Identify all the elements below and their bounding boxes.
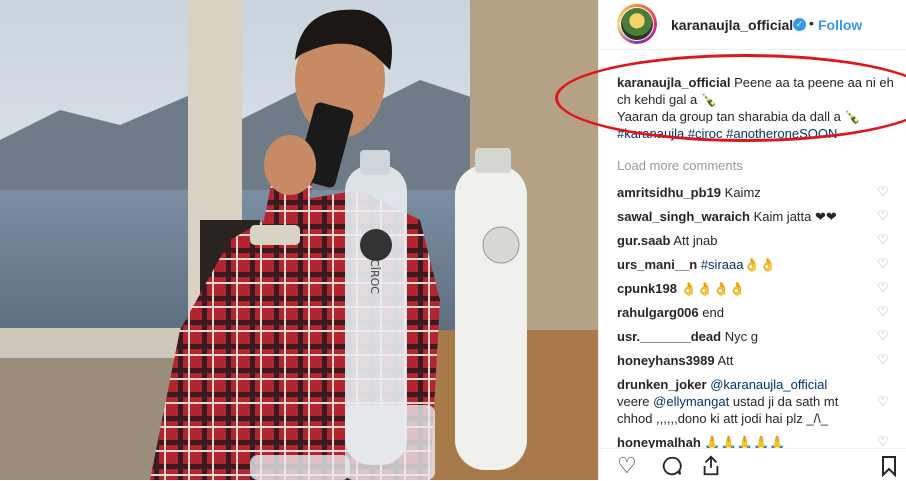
share-icon[interactable] bbox=[701, 455, 721, 481]
comment-row: sawal_singh_waraich Kaim jatta ❤❤ bbox=[617, 208, 867, 225]
comment-text: Kaim jatta ❤❤ bbox=[753, 209, 837, 224]
verified-icon: ✓ bbox=[793, 18, 806, 31]
comment-text: 👌👌👌👌 bbox=[680, 281, 746, 296]
comment-row: gur.saab Att jnab bbox=[617, 232, 867, 249]
heart-icon[interactable]: ♡ bbox=[877, 329, 891, 343]
comment-mention[interactable]: @ellymangat bbox=[653, 394, 729, 409]
comment-mention[interactable]: @karanaujla_official bbox=[710, 377, 827, 392]
heart-icon[interactable]: ♡ bbox=[877, 395, 891, 409]
comment-text: Att jnab bbox=[673, 233, 718, 248]
comment-row: cpunk198 👌👌👌👌 bbox=[617, 280, 867, 297]
comment-text[interactable]: #siraaa👌👌 bbox=[701, 257, 776, 272]
comment-text: chhod ,,,,,,dono ki att jodi hai plz _/\… bbox=[617, 411, 829, 426]
heart-icon[interactable]: ♡ bbox=[617, 455, 637, 477]
comment-text: Nyc g bbox=[724, 329, 758, 344]
comment-text: Att bbox=[717, 353, 734, 368]
comment-username[interactable]: rahulgarg006 bbox=[617, 305, 699, 320]
separator-dot: • bbox=[809, 15, 814, 31]
comment-row: honeyhans3989 Att bbox=[617, 352, 867, 369]
heart-icon[interactable]: ♡ bbox=[877, 233, 891, 247]
caption-line2: Yaaran da group tan sharabia da dall a 🍾 bbox=[617, 109, 861, 124]
comment-username[interactable]: amritsidhu_pb19 bbox=[617, 185, 721, 200]
heart-icon[interactable]: ♡ bbox=[877, 209, 891, 223]
comment-username[interactable]: sawal_singh_waraich bbox=[617, 209, 750, 224]
bottle-label: CÎROC bbox=[367, 259, 381, 294]
post-header: karanaujla_official ✓ • Follow bbox=[599, 0, 906, 50]
action-bar: ♡ bbox=[599, 448, 906, 481]
caption-hashtags[interactable]: #karanaujla #ciroc #anotheroneSOON bbox=[617, 126, 837, 141]
comment-row: usr._______dead Nyc g bbox=[617, 328, 867, 345]
comment-row: drunken_joker @karanaujla_official veere… bbox=[617, 376, 872, 427]
caption-username[interactable]: karanaujla_official bbox=[617, 75, 730, 90]
post-side-panel: karanaujla_official ✓ • Follow karanaujl… bbox=[598, 0, 906, 481]
comment-text: veere bbox=[617, 394, 654, 409]
comment-username[interactable]: usr._______dead bbox=[617, 329, 721, 344]
comment-username[interactable]: drunken_joker bbox=[617, 377, 707, 392]
comment-text: end bbox=[702, 305, 724, 320]
photo-scene bbox=[0, 0, 598, 480]
heart-icon[interactable]: ♡ bbox=[877, 185, 891, 199]
comment-icon[interactable] bbox=[661, 455, 683, 481]
avatar[interactable] bbox=[617, 4, 657, 44]
post-caption: karanaujla_official Peene aa ta peene aa… bbox=[617, 74, 902, 142]
heart-icon[interactable]: ♡ bbox=[877, 305, 891, 319]
comment-username[interactable]: cpunk198 bbox=[617, 281, 677, 296]
comment-text: ustad ji da sath mt bbox=[729, 394, 839, 409]
comment-text: Kaimz bbox=[724, 185, 761, 200]
header-username[interactable]: karanaujla_official bbox=[671, 17, 793, 33]
bookmark-icon[interactable] bbox=[881, 455, 897, 481]
heart-icon[interactable]: ♡ bbox=[877, 257, 891, 271]
post-photo[interactable]: CÎROC bbox=[0, 0, 598, 480]
comment-row: amritsidhu_pb19 Kaimz bbox=[617, 184, 867, 201]
comment-username[interactable]: urs_mani__n bbox=[617, 257, 697, 272]
follow-button[interactable]: Follow bbox=[818, 17, 862, 33]
heart-icon[interactable]: ♡ bbox=[877, 435, 891, 449]
comment-username[interactable]: honeyhans3989 bbox=[617, 353, 715, 368]
heart-icon[interactable]: ♡ bbox=[877, 281, 891, 295]
comment-row: rahulgarg006 end bbox=[617, 304, 867, 321]
comment-row: urs_mani__n #siraaa👌👌 bbox=[617, 256, 867, 273]
comment-username[interactable]: gur.saab bbox=[617, 233, 670, 248]
heart-icon[interactable]: ♡ bbox=[877, 353, 891, 367]
load-more-comments[interactable]: Load more comments bbox=[617, 158, 743, 173]
